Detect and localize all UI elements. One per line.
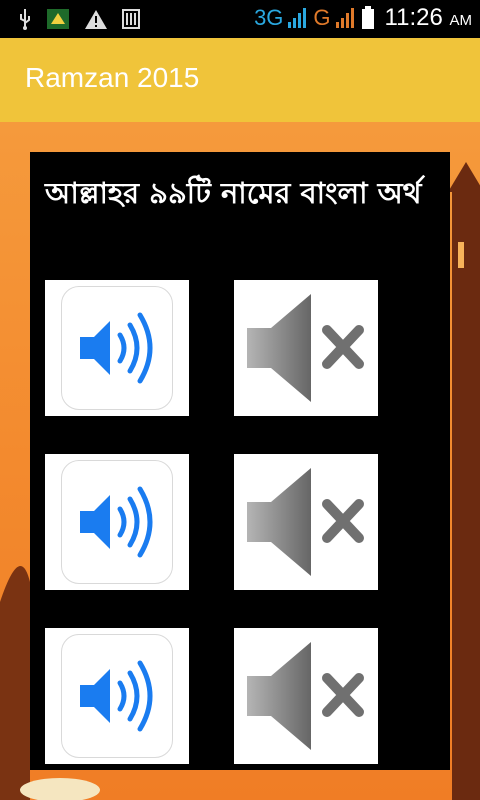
content-card: আল্লাহর ৯৯টি নামের বাংলা অর্থ [30,152,450,770]
play-audio-button[interactable] [45,628,189,764]
play-audio-button[interactable] [45,454,189,590]
mute-audio-button[interactable] [234,628,378,764]
mute-audio-button[interactable] [234,454,378,590]
warning-icon [85,10,107,29]
app-title: Ramzan 2015 [25,62,200,93]
speaker-mute-icon [247,642,364,750]
speaker-volume-icon [80,486,153,558]
speaker-mute-icon [247,294,364,402]
barcode-icon [122,9,140,29]
speaker-volume-icon [80,312,153,384]
status-bar: 3G G 11:26 AM [0,0,480,38]
battery-icon [361,6,374,29]
speaker-mute-icon [247,468,364,576]
app-bar: Ramzan 2015 [0,38,480,122]
play-audio-button[interactable] [45,280,189,416]
usb-icon [20,9,30,30]
clock: 11:26 AM [384,4,472,31]
app-notification-icon [47,9,69,29]
page-heading: আল্লাহর ৯৯টি নামের বাংলা অর্থ [45,176,422,210]
signal-bars-icon [288,8,307,28]
speaker-volume-icon [80,660,153,732]
signal-bars-icon [335,8,354,28]
network-g-label: G [313,5,331,30]
network-3g-label: 3G [254,5,284,30]
mute-audio-button[interactable] [234,280,378,416]
